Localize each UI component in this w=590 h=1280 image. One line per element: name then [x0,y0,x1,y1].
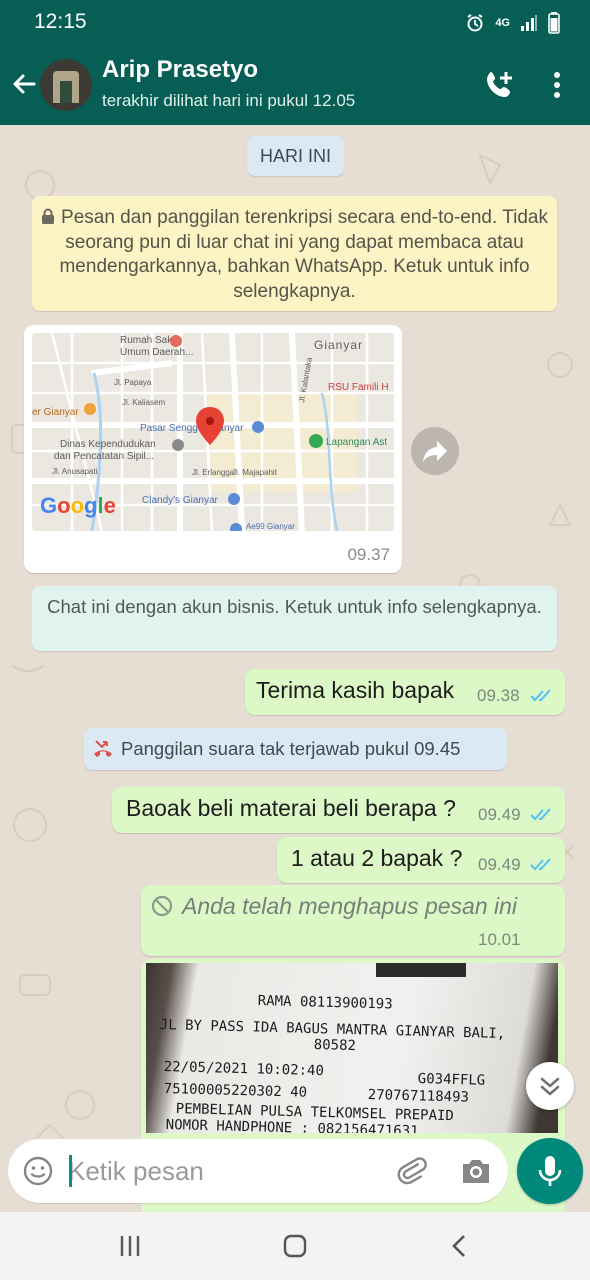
back-arrow-icon[interactable] [8,68,40,100]
avatar[interactable] [40,59,92,111]
message-time: 09.49 [478,805,521,824]
map-label-dinas-1: Dinas Kependudukan [60,439,156,450]
map-label-lapangan: Lapangan Ast [326,437,387,448]
missed-call-notice[interactable]: Panggilan suara tak terjawab pukul 09.45 [84,728,507,770]
location-map[interactable]: Rumah Sakit Umum Daerah... Gianyar Jl. P… [32,333,394,531]
read-ticks-icon [530,689,551,702]
back-nav-icon[interactable] [446,1232,474,1260]
read-ticks-icon [530,808,551,821]
encryption-notice[interactable]: Pesan dan panggilan terenkripsi secara e… [32,196,557,311]
chat-header: Arip Prasetyo terakhir dilihat hari ini … [0,44,590,125]
business-account-notice[interactable]: Chat ini dengan akun bisnis. Ketuk untuk… [32,586,557,651]
system-navigation-bar [0,1212,590,1280]
double-chevron-down-icon [540,1077,560,1096]
network-type: 4G [495,17,510,29]
map-label-hospital-2: Umum Daerah... [120,347,193,358]
receipt-line: 270767118493 [367,1087,470,1106]
status-bar: 12:15 4G [0,0,590,44]
deleted-message[interactable]: Anda telah menghapus pesan ini 10.01 [141,885,565,956]
message-time: 10.01 [478,930,521,949]
location-message[interactable]: Rumah Sakit Umum Daerah... Gianyar Jl. P… [24,325,402,573]
map-label-erlangga: Jl. Erlangga [192,468,235,477]
receipt-line: G034FFLG [417,1071,486,1089]
forward-icon [423,441,447,462]
message-time: 09.38 [477,686,520,705]
message-text: Baoak beli materai beli berapa ? [126,795,456,821]
outgoing-message[interactable]: Baoak beli materai beli berapa ? 09.49 [112,787,565,833]
message-text: Terima kasih bapak [256,677,455,703]
signal-icon [521,15,537,31]
alarm-icon [467,14,483,32]
contact-name[interactable]: Arip Prasetyo [102,56,258,84]
add-call-icon[interactable] [482,68,516,102]
camera-icon[interactable] [459,1155,493,1187]
encryption-notice-text: Pesan dan panggilan terenkripsi secara e… [59,207,548,302]
lock-icon [42,208,55,224]
message-time: 09.37 [347,545,390,564]
status-time: 12:15 [34,10,87,33]
google-logo: Google [40,493,116,518]
map-graphic: Rumah Sakit Umum Daerah... Gianyar Jl. P… [32,333,394,531]
map-label-majapahit: Jl. Majapahit [232,468,278,477]
receipt-photo[interactable]: RAMA 08113900193 JL BY PASS IDA BAGUS MAN… [146,963,558,1133]
map-label-rsu: RSU Famili H [328,382,389,393]
text-cursor [69,1155,72,1187]
recent-apps-icon[interactable] [116,1232,144,1260]
more-options-icon[interactable] [545,70,569,100]
message-time: 09.49 [478,855,521,874]
map-label-dinas-2: dan Pencatatan Sipil... [54,451,154,462]
map-label-papaya: Jl. Papaya [114,378,152,387]
map-label-gianyar: Gianyar [314,338,363,352]
map-label-er-gianyar: er Gianyar [32,407,79,418]
emoji-icon[interactable] [22,1155,54,1187]
map-label-bottom: Ae99 Gianyar [246,522,295,531]
missed-call-text: Panggilan suara tak terjawab pukul 09.45 [121,738,461,759]
battery-icon [548,12,560,34]
date-chip: HARI INI [247,136,344,176]
message-composer[interactable] [8,1139,508,1203]
message-text: 1 atau 2 bapak ? [291,845,463,871]
map-label-kaliasem: Jl. Kaliasem [122,398,165,407]
blocked-icon [151,895,173,917]
map-label-pasar: Pasar Senggol Gianyar [140,423,244,434]
map-label-clandys: Clandy's Gianyar [142,495,219,506]
outgoing-message[interactable]: Terima kasih bapak 09.38 [245,669,565,715]
receipt-line: 80582 [313,1037,357,1055]
map-label-anusapati: Jl. Anusapati [52,467,98,476]
paperclip-icon[interactable] [396,1155,428,1187]
message-input[interactable] [68,1149,378,1193]
share-location-button[interactable] [411,427,459,475]
scroll-to-bottom-button[interactable] [526,1062,574,1110]
map-label-hospital: Rumah Sakit [120,335,177,346]
status-icons: 4G [465,12,560,34]
chat-area[interactable]: HARI INI Pesan dan panggilan terenkripsi… [0,125,590,1212]
deleted-message-text: Anda telah menghapus pesan ini [182,893,518,919]
read-ticks-icon [530,858,551,871]
voice-record-button[interactable] [517,1138,583,1204]
home-icon[interactable] [281,1232,309,1260]
missed-call-icon [94,740,112,757]
outgoing-message[interactable]: 1 atau 2 bapak ? 09.49 [277,837,565,883]
last-seen-status[interactable]: terakhir dilihat hari ini pukul 12.05 [102,91,355,111]
mic-icon [538,1156,562,1186]
